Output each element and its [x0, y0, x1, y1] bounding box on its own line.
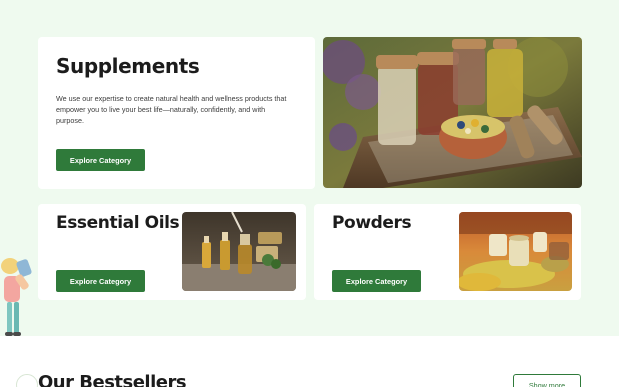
essential-oils-title: Essential Oils [56, 213, 180, 233]
supplements-card: Supplements We use our expertise to crea… [38, 37, 315, 189]
water-drinker-illustration [0, 252, 36, 338]
bestsellers-title: Our Bestsellers [38, 372, 187, 387]
essential-oil-bottles-photo [182, 212, 296, 291]
powders-explore-button[interactable]: Explore Category [332, 270, 421, 292]
supplements-description: We use our expertise to create natural h… [56, 94, 287, 125]
powder-illustration [459, 212, 572, 291]
essential-oil-illustration [182, 212, 296, 291]
powder-bowls-photo [459, 212, 572, 291]
essential-oils-explore-button[interactable]: Explore Category [56, 270, 145, 292]
powders-title: Powders [332, 213, 412, 233]
show-more-button[interactable]: Show more [513, 374, 581, 387]
supplements-title: Supplements [56, 54, 200, 78]
herb-jars-illustration [323, 37, 582, 188]
supplements-explore-button[interactable]: Explore Category [56, 149, 145, 171]
herb-jars-photo [323, 37, 582, 188]
